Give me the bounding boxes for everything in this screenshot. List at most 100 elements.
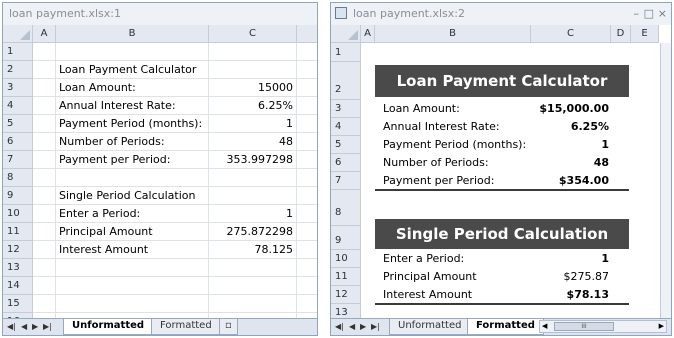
insert-sheet-tab[interactable]: ▫: [219, 319, 238, 335]
row-header[interactable]: 6: [3, 133, 33, 151]
tab-unformatted[interactable]: Unformatted: [389, 319, 471, 335]
cell[interactable]: [297, 61, 317, 79]
select-all-corner-2[interactable]: [331, 25, 361, 43]
row-header[interactable]: 14: [3, 277, 33, 295]
cell[interactable]: [297, 133, 317, 151]
cell[interactable]: [33, 133, 56, 151]
row-header[interactable]: 6: [331, 154, 361, 172]
cell-c10[interactable]: 1: [209, 205, 297, 223]
cell-c5[interactable]: 1: [209, 115, 297, 133]
cell-c1[interactable]: [209, 43, 297, 61]
cell-b4[interactable]: Annual Interest Rate:: [56, 97, 209, 115]
cell-c2[interactable]: [209, 61, 297, 79]
prev-sheet-arrow[interactable]: ◀: [349, 319, 355, 334]
row-header[interactable]: 4: [331, 118, 361, 136]
row-header[interactable]: 11: [331, 268, 361, 286]
row-header[interactable]: 3: [3, 79, 33, 97]
row-header[interactable]: 8: [331, 190, 361, 226]
cell[interactable]: [297, 43, 317, 61]
cell-b13[interactable]: [56, 259, 209, 277]
cell[interactable]: [33, 295, 56, 313]
cell[interactable]: [33, 151, 56, 169]
cell[interactable]: [297, 187, 317, 205]
cell-b1[interactable]: [56, 43, 209, 61]
cell-c14[interactable]: [209, 277, 297, 295]
column-header-a[interactable]: A: [361, 25, 375, 43]
cell-b8[interactable]: [56, 169, 209, 187]
cell-c13[interactable]: [209, 259, 297, 277]
cell-c11[interactable]: 275.872298: [209, 223, 297, 241]
cell[interactable]: [33, 223, 56, 241]
first-sheet-arrow[interactable]: ◀|: [335, 319, 344, 334]
cell[interactable]: [297, 259, 317, 277]
cell-b6[interactable]: Number of Periods:: [56, 133, 209, 151]
cell[interactable]: [297, 277, 317, 295]
row-header[interactable]: 5: [3, 115, 33, 133]
tab-formatted[interactable]: Formatted: [151, 319, 221, 335]
cell[interactable]: [33, 79, 56, 97]
cell[interactable]: [33, 115, 56, 133]
cell-c12[interactable]: 78.125: [209, 241, 297, 259]
tab-formatted[interactable]: Formatted: [467, 319, 544, 335]
row-header[interactable]: 5: [331, 136, 361, 154]
row-header[interactable]: 1: [331, 43, 361, 62]
row-header[interactable]: 2: [331, 62, 361, 100]
row-header[interactable]: 3: [331, 100, 361, 118]
column-header-b[interactable]: B: [56, 25, 209, 43]
cell-b15[interactable]: [56, 295, 209, 313]
cell[interactable]: [297, 169, 317, 187]
cell-c8[interactable]: [209, 169, 297, 187]
cell-b10[interactable]: Enter a Period:: [56, 205, 209, 223]
scroll-right-arrow-icon[interactable]: ▶: [659, 321, 664, 332]
row-header[interactable]: 12: [3, 241, 33, 259]
cell[interactable]: [297, 241, 317, 259]
row-header[interactable]: 9: [331, 226, 361, 250]
cell[interactable]: [297, 97, 317, 115]
close-icon[interactable]: ×: [658, 3, 667, 25]
row-header[interactable]: 11: [3, 223, 33, 241]
horizontal-scrollbar[interactable]: ◀ III ▶: [539, 320, 667, 333]
cell-b2[interactable]: Loan Payment Calculator: [56, 61, 209, 79]
cell-c4[interactable]: 6.25%: [209, 97, 297, 115]
row-header[interactable]: 2: [3, 61, 33, 79]
cell-c6[interactable]: 48: [209, 133, 297, 151]
cell-b9[interactable]: Single Period Calculation: [56, 187, 209, 205]
scroll-thumb[interactable]: III: [554, 322, 614, 331]
cell[interactable]: [33, 205, 56, 223]
cell[interactable]: [297, 115, 317, 133]
next-sheet-arrow[interactable]: ▶: [32, 319, 38, 334]
last-sheet-arrow[interactable]: ▶|: [43, 319, 52, 334]
cell-b14[interactable]: [56, 277, 209, 295]
column-header-c[interactable]: C: [209, 25, 297, 43]
last-sheet-arrow[interactable]: ▶|: [371, 319, 380, 334]
row-header[interactable]: 7: [331, 172, 361, 190]
cell[interactable]: [33, 169, 56, 187]
vertical-scrollbar[interactable]: [660, 43, 671, 319]
cell[interactable]: [33, 61, 56, 79]
column-header-a[interactable]: A: [33, 25, 56, 43]
column-header-d[interactable]: D: [611, 25, 631, 43]
cell[interactable]: [297, 151, 317, 169]
cell-b5[interactable]: Payment Period (months):: [56, 115, 209, 133]
row-header[interactable]: 10: [331, 250, 361, 268]
column-header-b[interactable]: B: [375, 25, 531, 43]
cell[interactable]: [33, 43, 56, 61]
cell[interactable]: [297, 79, 317, 97]
cell[interactable]: [297, 295, 317, 313]
cell-b12[interactable]: Interest Amount: [56, 241, 209, 259]
cell-c9[interactable]: [209, 187, 297, 205]
column-header-d[interactable]: [297, 25, 317, 43]
cell[interactable]: [33, 259, 56, 277]
row-header[interactable]: 9: [3, 187, 33, 205]
prev-sheet-arrow[interactable]: ◀: [21, 319, 27, 334]
cell[interactable]: [33, 97, 56, 115]
select-all-corner[interactable]: [3, 25, 33, 43]
window-1-titlebar[interactable]: loan payment.xlsx:1: [3, 3, 317, 25]
cell-b7[interactable]: Payment per Period:: [56, 151, 209, 169]
row-header[interactable]: 13: [3, 259, 33, 277]
cell[interactable]: [297, 223, 317, 241]
cell-b11[interactable]: Principal Amount: [56, 223, 209, 241]
row-header[interactable]: 15: [3, 295, 33, 313]
column-header-e[interactable]: E: [631, 25, 659, 43]
cell[interactable]: [297, 205, 317, 223]
